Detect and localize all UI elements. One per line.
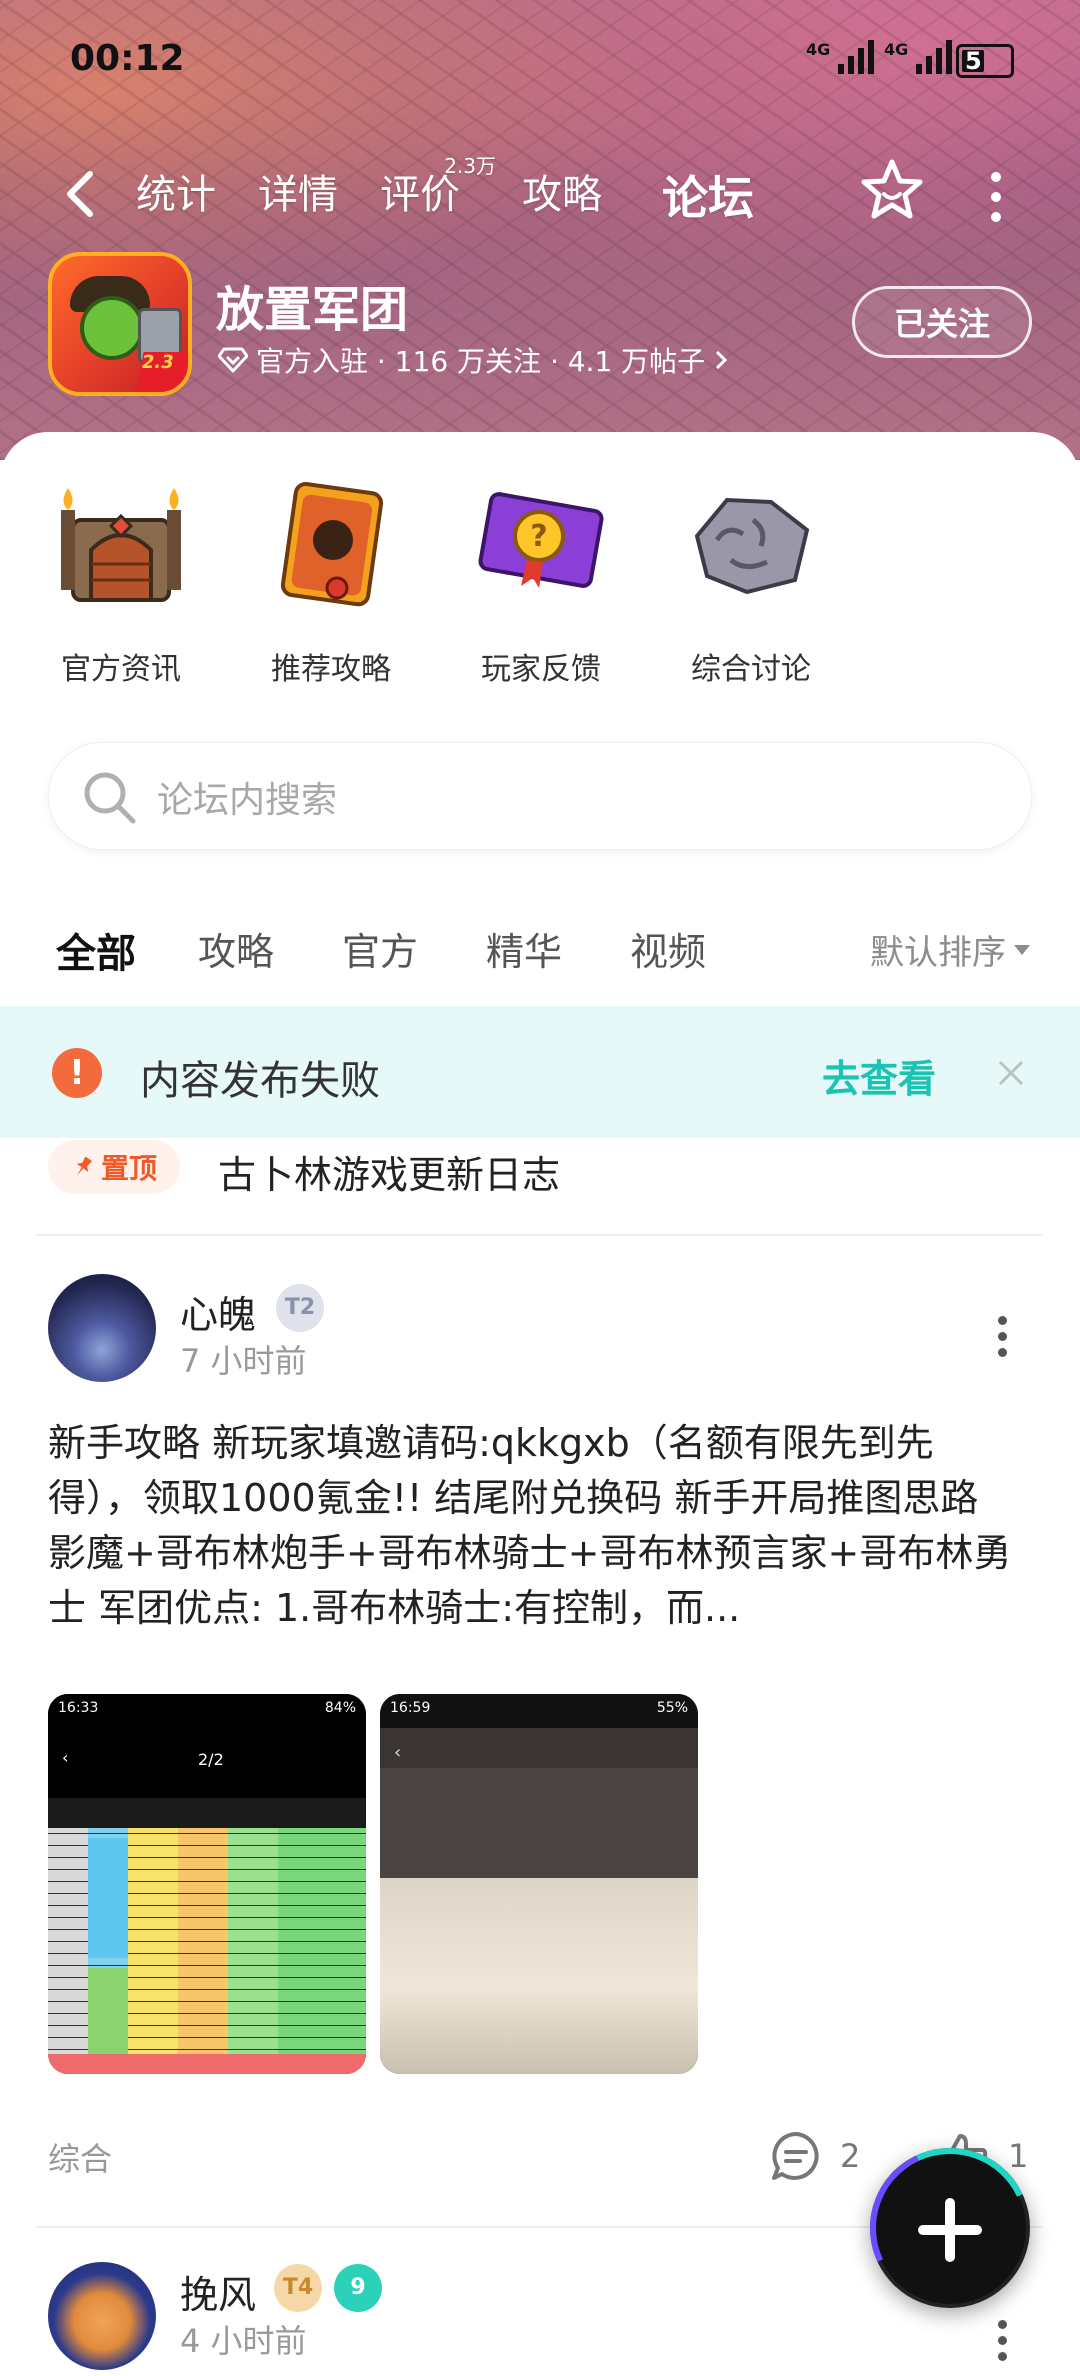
reviews-count: 2.3万 [444, 154, 496, 178]
feedback-book-icon: ? [477, 480, 605, 608]
game-icon-badge: 2.3 [136, 352, 188, 392]
search-icon [84, 772, 136, 824]
forum-sheet: 官方资讯 推荐攻略 ? 玩家反馈 综合讨论 论坛内搜索 [0, 432, 1080, 2376]
top-nav: 统计 详情 评价 2.3万 攻略 论坛 [0, 150, 1080, 240]
filter-tab-guides[interactable]: 攻略 [198, 921, 274, 976]
avatar[interactable] [48, 2262, 156, 2370]
like-count: 1 [1008, 2137, 1029, 2175]
post-image-2[interactable]: 16:59 55% ‹ [380, 1694, 698, 2074]
pinned-badge: 置顶 [48, 1140, 180, 1194]
tab-guides[interactable]: 攻略 [522, 162, 602, 228]
pin-icon [76, 1156, 92, 1176]
level-badge: T4 [274, 2264, 322, 2312]
tab-details[interactable]: 详情 [258, 162, 338, 228]
search-placeholder: 论坛内搜索 [157, 780, 338, 821]
tab-stats[interactable]: 统计 [136, 162, 216, 228]
status-bar: 00:12 4G 4G 5 [0, 0, 1080, 120]
signal-icon-2: 4G [884, 40, 953, 74]
forum-search-input[interactable]: 论坛内搜索 [48, 742, 1032, 850]
stone-tablet-icon [687, 480, 815, 608]
back-button[interactable] [60, 168, 104, 220]
game-meta[interactable]: 官方入驻 · 116 万关注 · 4.1 万帖子 [218, 340, 729, 380]
post-footer: 综合 2 1 [48, 2128, 1032, 2188]
game-title: 放置军团 [216, 282, 409, 338]
category-official-news[interactable]: 官方资讯 [16, 480, 226, 688]
filter-tab-official[interactable]: 官方 [342, 921, 418, 976]
comment-count: 2 [840, 2137, 861, 2175]
battery-icon: 5 [956, 44, 1014, 78]
post-more-button[interactable] [998, 2320, 1008, 2368]
star-smile-icon [861, 159, 923, 219]
comment-button[interactable]: 2 [768, 2128, 860, 2184]
category-general-discussion[interactable]: 综合讨论 [646, 480, 856, 688]
warning-icon: ! [52, 1048, 102, 1098]
filter-tab-video[interactable]: 视频 [630, 921, 706, 976]
tab-forum[interactable]: 论坛 [656, 162, 760, 230]
tab-reviews[interactable]: 评价 2.3万 [380, 154, 496, 228]
post-tag[interactable]: 综合 [48, 2134, 112, 2180]
pinned-post[interactable]: 置顶 古卜林游戏更新日志 [0, 1140, 1080, 1236]
rank-badge: 9 [334, 2264, 382, 2312]
divider [36, 1234, 1042, 1236]
post-images: 16:33 84% ‹ 2/2 16:59 55% ‹ [48, 1694, 698, 2074]
post-body: 新手攻略 新玩家填邀请码:qkkgxb（名额有限先到先得），领取1000氪金!!… [48, 1421, 1012, 1630]
avatar[interactable] [48, 1274, 156, 1382]
svg-text:?: ? [530, 519, 547, 554]
game-icon: 2.3 [48, 252, 192, 396]
comment-icon [772, 2132, 819, 2180]
create-post-button[interactable] [870, 2148, 1030, 2308]
filter-tab-all[interactable]: 全部 [56, 921, 136, 983]
post-time: 4 小时前 [180, 2322, 307, 2360]
follow-button[interactable]: 已关注 [852, 286, 1032, 358]
caret-down-icon [1014, 944, 1030, 955]
lineup-table-image [48, 1828, 366, 2074]
filter-tab-featured[interactable]: 精华 [486, 921, 562, 976]
post-time: 7 小时前 [180, 1342, 307, 1380]
nav-tabs: 统计 详情 评价 2.3万 攻略 论坛 [136, 154, 760, 230]
guide-book-icon [267, 480, 395, 608]
post-more-button[interactable] [998, 1316, 1008, 1364]
category-recommended-guides[interactable]: 推荐攻略 [226, 480, 436, 688]
signal-icon-1: 4G [806, 40, 875, 74]
banner-message: 内容发布失败 [140, 1058, 380, 1104]
publish-failed-banner: ! 内容发布失败 去查看 [0, 1006, 1080, 1138]
diamond-icon [218, 347, 248, 373]
category-player-feedback[interactable]: ? 玩家反馈 [436, 480, 646, 688]
post-image-1[interactable]: 16:33 84% ‹ 2/2 [48, 1694, 366, 2074]
chevron-right-icon [716, 350, 728, 370]
back-arrow-icon [67, 171, 93, 217]
favorite-button[interactable] [860, 158, 924, 222]
status-time: 00:12 [70, 38, 185, 79]
close-icon[interactable] [996, 1058, 1026, 1088]
filter-tabs: 全部 攻略 官方 精华 视频 默认排序 [0, 885, 1080, 1005]
game-stats-text: 官方入驻 · 116 万关注 · 4.1 万帖子 [256, 345, 706, 378]
more-options-button[interactable] [988, 172, 1004, 222]
view-button[interactable]: 去查看 [822, 1048, 936, 1103]
pinned-title: 古卜林游戏更新日志 [218, 1153, 561, 1197]
post-author[interactable]: 挽风 [180, 2264, 256, 2319]
post-author[interactable]: 心魄 [180, 1284, 256, 1339]
castle-gate-icon [57, 480, 185, 608]
sort-dropdown[interactable]: 默认排序 [870, 925, 1030, 974]
level-badge: T2 [276, 1284, 324, 1332]
photo-image: ‹ [380, 1728, 698, 2074]
